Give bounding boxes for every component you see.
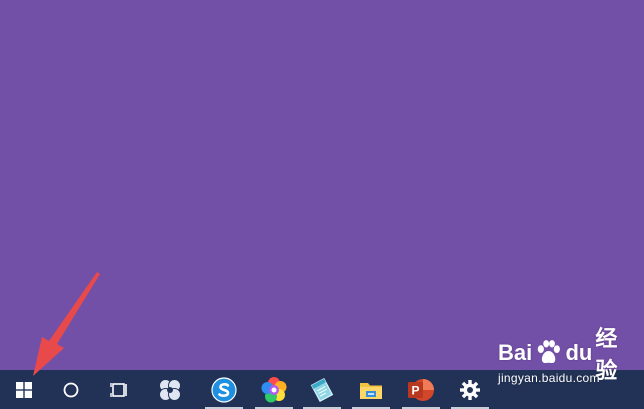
cortana-search-button[interactable]: [48, 370, 94, 409]
gear-icon: [460, 379, 480, 400]
blue-s-browser-icon: [211, 376, 237, 403]
powerpoint-button[interactable]: P: [398, 370, 444, 409]
windows-logo-icon: [16, 381, 32, 398]
sogou-browser-button[interactable]: [201, 370, 247, 409]
folder-icon: [360, 382, 382, 399]
file-explorer-button[interactable]: [348, 370, 394, 409]
task-view-button[interactable]: [97, 370, 143, 409]
notes-app-button[interactable]: [299, 370, 345, 409]
pinwheel-app-icon: [159, 378, 181, 401]
tilted-notepad-icon: [310, 377, 334, 402]
pinwheel-app-button[interactable]: [147, 370, 193, 409]
settings-button[interactable]: [447, 370, 493, 409]
rainbow-flower-icon: [261, 376, 287, 402]
color-app-button[interactable]: [251, 370, 297, 409]
circle-search-icon: [63, 382, 79, 397]
powerpoint-icon: P: [408, 378, 434, 401]
start-button[interactable]: [1, 370, 47, 409]
svg-text:P: P: [411, 383, 419, 397]
desktop[interactable]: [0, 0, 644, 370]
task-view-icon: [110, 382, 127, 397]
taskbar: P: [0, 370, 644, 409]
